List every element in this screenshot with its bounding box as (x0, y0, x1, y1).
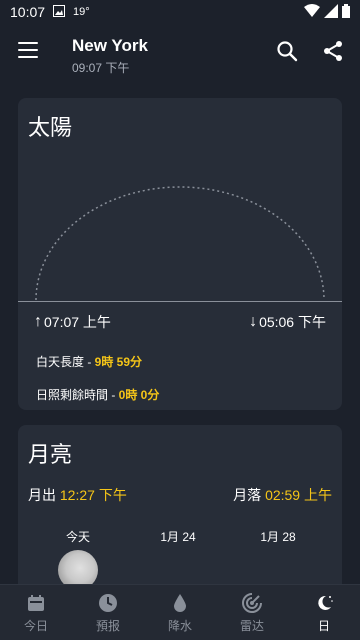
day-length-label: 白天長度 - (36, 355, 95, 369)
day-length: 白天長度 - 9時 59分 (36, 353, 142, 370)
moonset-time: 02:59 上午 (265, 487, 332, 503)
clock-icon (98, 592, 118, 614)
arrow-up-icon: ↑ (34, 313, 42, 330)
nav-sun-moon-label: 日 (317, 618, 330, 633)
moon-phase-label: 今天 (65, 530, 90, 544)
share-button[interactable] (322, 40, 346, 64)
nav-forecast[interactable]: 預报 (72, 585, 144, 640)
moonrise-time: 12:27 下午 (59, 487, 127, 503)
app-bar: New York 09:07 下午 (0, 24, 360, 80)
status-temp: 19° (73, 6, 90, 18)
nav-precipitation[interactable]: 降水 (144, 585, 216, 640)
nav-radar-label: 雷达 (239, 618, 264, 633)
moon-sun-icon (314, 592, 334, 614)
local-time: 09:07 下午 (72, 61, 130, 75)
sun-arc (35, 186, 325, 301)
moon-phase-label: 1月 24 (160, 530, 196, 544)
share-icon (324, 41, 342, 61)
nav-sun-moon[interactable]: 日 (288, 585, 360, 640)
search-icon (277, 41, 298, 62)
moon-phase-label: 1月 28 (260, 530, 296, 544)
moonrise-label: 月出 (28, 487, 56, 503)
moon-card: 月亮 月出 12:27 下午 月落 02:59 上午 今天 1月 24 1月 2… (18, 425, 342, 595)
sunset-time: 05:06 下午 (259, 314, 326, 330)
nav-precipitation-label: 降水 (167, 618, 192, 633)
remaining-value: 0時 0分 (118, 388, 160, 402)
moon-title: 月亮 (28, 442, 73, 467)
wifi-icon (304, 3, 320, 21)
arrow-down-icon: ↓ (249, 313, 258, 330)
city-name: New York (72, 36, 148, 55)
moonset-label: 月落 (233, 487, 262, 503)
nav-today-label: 今日 (23, 618, 48, 633)
nav-radar[interactable]: 雷达 (216, 585, 288, 640)
battery-icon (342, 3, 350, 21)
sun-card: 太陽 ↑ 07:07 上午 ↓ 05:06 下午 白天長度 - 9時 59分 日… (18, 98, 342, 410)
signal-icon (324, 3, 338, 21)
calendar-icon (27, 592, 45, 614)
bottom-navigation: 今日 預报 降水 雷达 日 (0, 584, 360, 640)
search-button[interactable] (276, 40, 300, 64)
moonset: 月落 02:59 上午 (233, 485, 332, 505)
menu-button[interactable] (18, 42, 38, 58)
nav-forecast-label: 預报 (95, 618, 120, 633)
sunrise-time: 07:07 上午 (44, 314, 111, 330)
moonrise: 月出 12:27 下午 (28, 485, 127, 505)
drop-icon (173, 592, 187, 614)
sunset: ↓ 05:06 下午 (249, 312, 326, 332)
gallery-icon (53, 4, 66, 20)
sunrise: ↑ 07:07 上午 (34, 312, 111, 332)
status-time: 10:07 (10, 4, 46, 20)
daylight-remaining: 日照剩餘時間 - 0時 0分 (36, 386, 159, 403)
nav-today[interactable]: 今日 (0, 585, 72, 640)
sun-title: 太陽 (28, 115, 73, 140)
remaining-label: 日照剩餘時間 - (36, 388, 119, 402)
location-header: New York 09:07 下午 (72, 36, 148, 76)
horizon-line (18, 301, 342, 302)
day-length-value: 9時 59分 (94, 355, 143, 369)
status-bar: 10:07 19° (0, 0, 360, 24)
radar-icon (242, 592, 262, 614)
